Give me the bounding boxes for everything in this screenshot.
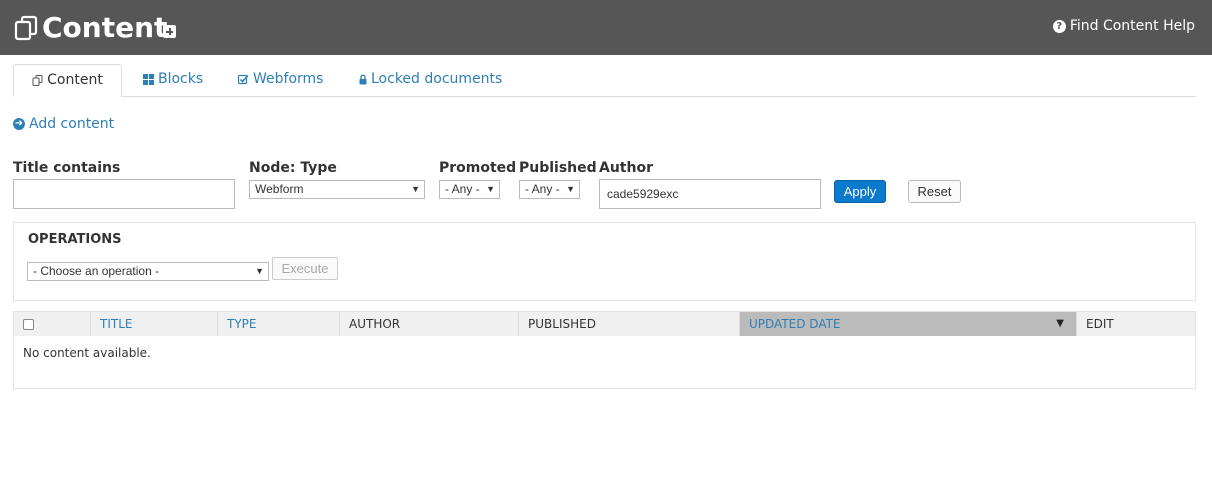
execute-button[interactable]: Execute	[272, 257, 338, 280]
add-content-link[interactable]: ➜ Add content	[13, 116, 114, 132]
find-content-help-link[interactable]: ? Find Content Help	[1052, 18, 1195, 34]
plus-square-icon[interactable]	[163, 25, 176, 38]
table-header: TITLE TYPE AUTHOR PUBLISHED UPDATED DATE…	[14, 312, 1195, 336]
chevron-down-icon: ▼	[486, 184, 495, 194]
column-published: PUBLISHED	[519, 312, 740, 336]
published-label: Published	[519, 160, 597, 176]
column-updated-date-label: UPDATED DATE	[749, 317, 841, 331]
promoted-select[interactable]: - Any - ▼	[439, 180, 500, 199]
operations-panel: OPERATIONS - Choose an operation - ▼ Exe…	[13, 222, 1196, 301]
arrow-circle-right-icon: ➜	[13, 118, 25, 130]
help-label: Find Content Help	[1069, 18, 1195, 34]
chevron-down-icon: ▼	[255, 266, 264, 276]
node-type-label: Node: Type	[249, 160, 337, 176]
column-edit: EDIT	[1086, 317, 1114, 331]
chevron-down-icon: ▼	[566, 184, 575, 194]
tab-blocks[interactable]: Blocks	[143, 64, 203, 95]
tab-label: Blocks	[158, 71, 204, 87]
check-square-icon	[238, 74, 249, 85]
sort-descending-icon: ▼	[1056, 318, 1064, 329]
operation-select[interactable]: - Choose an operation - ▼	[27, 262, 269, 281]
content-table: TITLE TYPE AUTHOR PUBLISHED UPDATED DATE…	[13, 311, 1196, 389]
blocks-grid-icon	[143, 74, 154, 85]
select-all-cell	[14, 312, 91, 336]
tab-label: Webforms	[253, 71, 324, 87]
published-select[interactable]: - Any - ▼	[519, 180, 580, 199]
page-title-group: Content	[13, 10, 167, 46]
tab-label: Content	[47, 72, 103, 88]
tab-webforms[interactable]: Webforms	[238, 64, 323, 95]
column-title[interactable]: TITLE	[91, 312, 218, 336]
tab-content[interactable]: Content	[13, 64, 122, 97]
add-content-label: Add content	[29, 116, 115, 132]
title-contains-input[interactable]	[13, 179, 235, 209]
tab-locked-documents[interactable]: Locked documents	[359, 64, 502, 95]
reset-button[interactable]: Reset	[908, 180, 961, 203]
operations-title: OPERATIONS	[28, 232, 122, 247]
apply-button[interactable]: Apply	[834, 180, 886, 203]
content-pages-icon	[14, 15, 38, 41]
page-header: Content ? Find Content Help	[0, 0, 1212, 55]
content-pages-icon	[32, 75, 43, 86]
author-input[interactable]	[599, 179, 821, 209]
column-type[interactable]: TYPE	[218, 312, 340, 336]
title-contains-label: Title contains	[13, 160, 121, 176]
question-circle-icon: ?	[1052, 19, 1066, 33]
column-author: AUTHOR	[340, 312, 519, 336]
published-selected: - Any -	[525, 182, 560, 196]
promoted-selected: - Any -	[445, 182, 480, 196]
tabs-bar: Content Blocks Webforms Locked documents	[13, 64, 1196, 97]
lock-icon	[359, 74, 367, 85]
column-updated-date[interactable]: UPDATED DATE ▼	[740, 312, 1077, 336]
node-type-select[interactable]: Webform ▼	[249, 180, 425, 199]
empty-message: No content available.	[23, 346, 151, 360]
page-title: Content	[42, 11, 168, 44]
chevron-down-icon: ▼	[411, 184, 420, 194]
select-all-checkbox[interactable]	[23, 319, 34, 330]
author-label: Author	[599, 160, 653, 176]
promoted-label: Promoted	[439, 160, 517, 176]
node-type-selected: Webform	[255, 182, 304, 196]
tab-label: Locked documents	[371, 71, 503, 87]
operation-selected: - Choose an operation -	[33, 264, 160, 278]
